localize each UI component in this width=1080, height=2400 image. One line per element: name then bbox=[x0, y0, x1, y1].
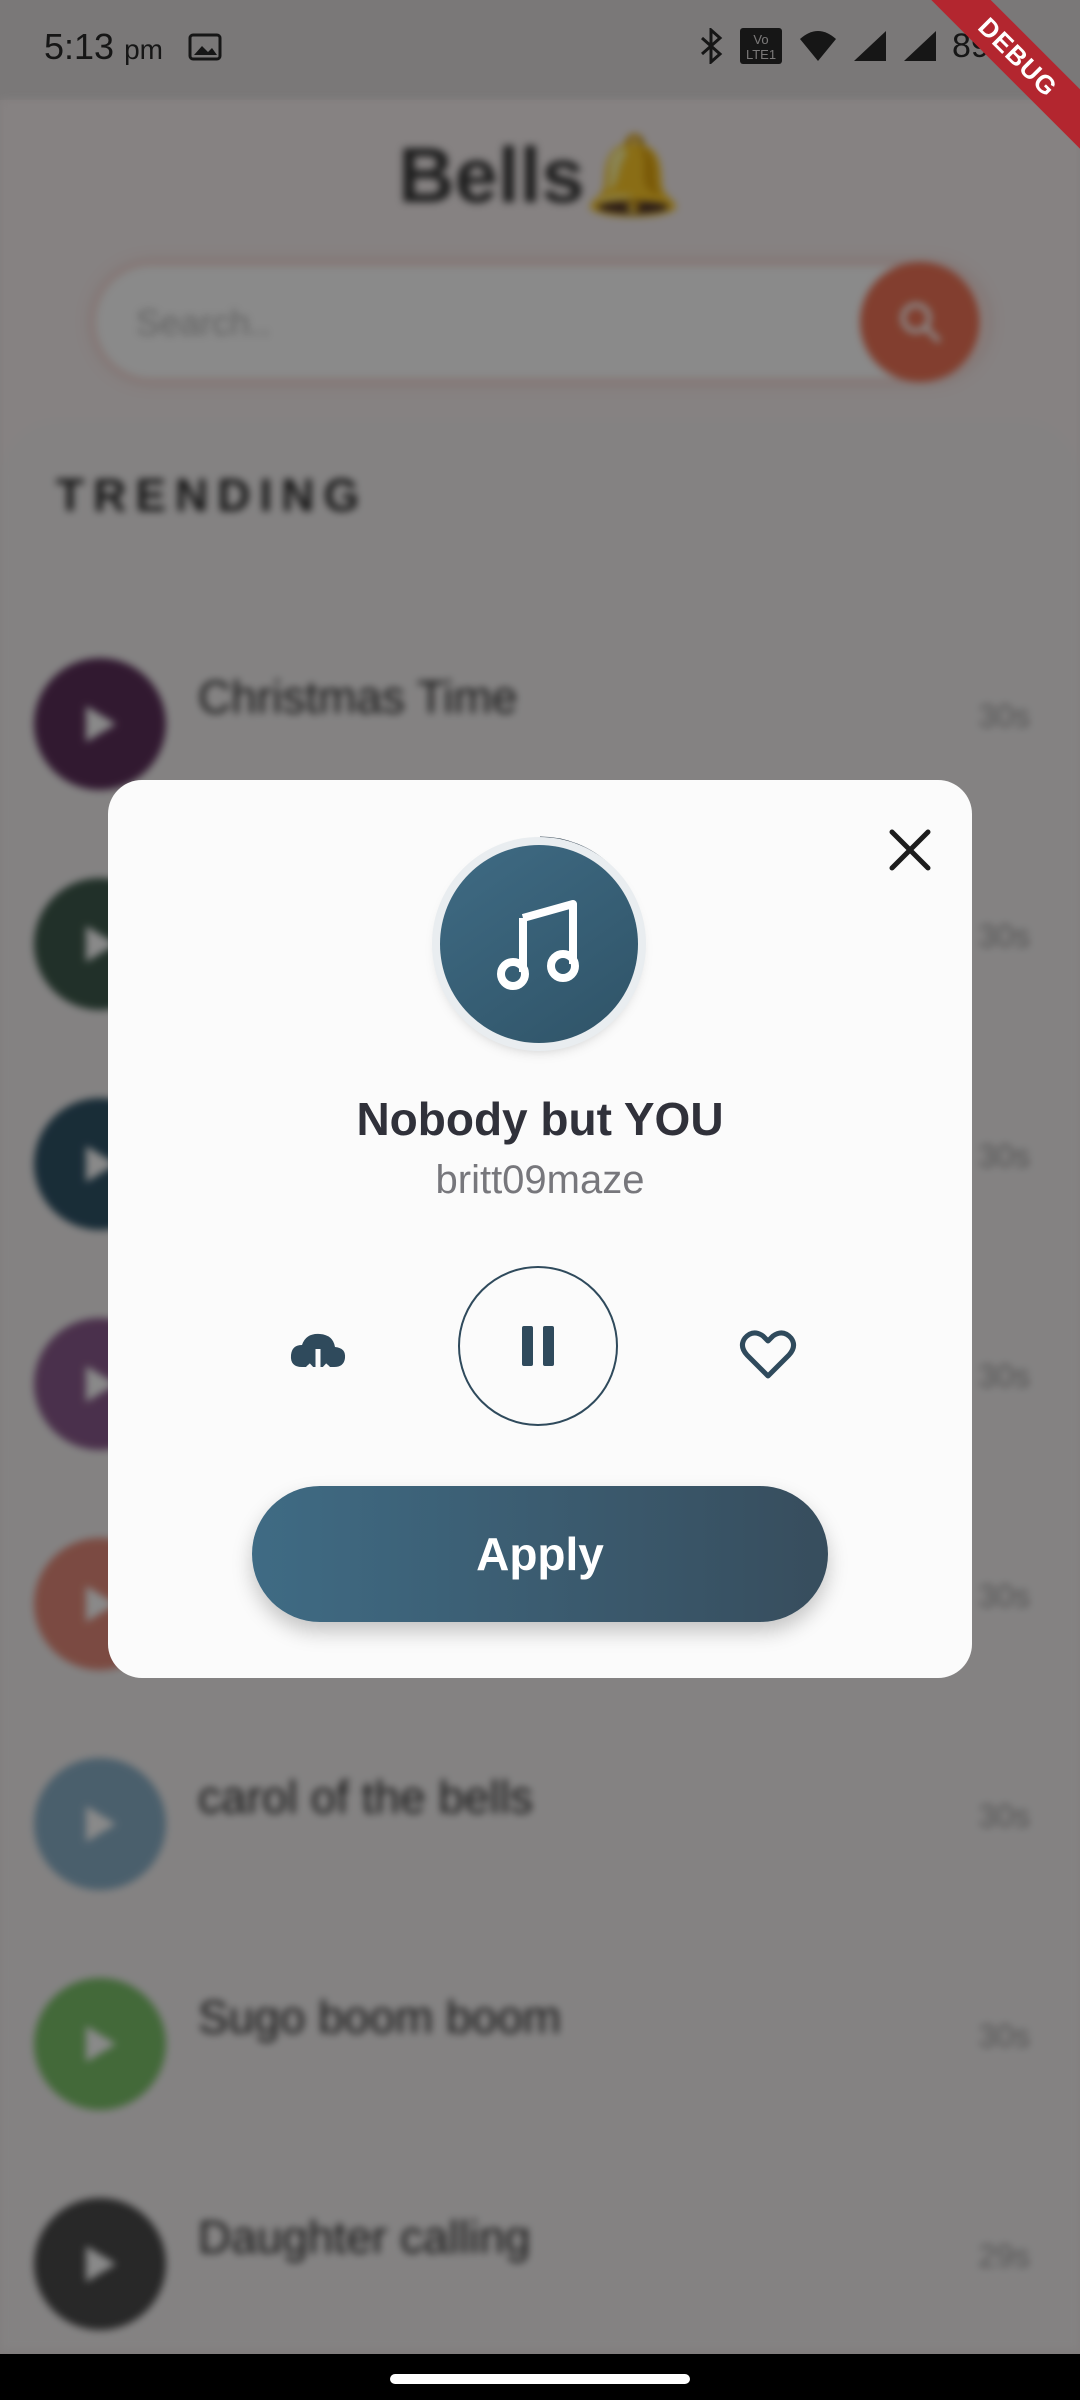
cloud-download-icon bbox=[290, 1333, 346, 1380]
pause-icon bbox=[522, 1326, 554, 1366]
apply-button[interactable]: Apply bbox=[252, 1486, 828, 1622]
song-title: Nobody but YOU bbox=[356, 1093, 724, 1145]
close-button[interactable] bbox=[878, 818, 942, 882]
album-disc bbox=[440, 845, 638, 1043]
music-note-icon bbox=[497, 900, 579, 990]
pause-button[interactable] bbox=[458, 1266, 618, 1426]
song-artist: britt09maze bbox=[435, 1158, 645, 1202]
preview-dialog: Nobody but YOU britt09maze Apply bbox=[108, 780, 972, 1678]
home-gesture-handle[interactable] bbox=[390, 2374, 690, 2384]
download-button[interactable] bbox=[278, 1315, 358, 1395]
favorite-button[interactable] bbox=[728, 1315, 808, 1395]
close-icon bbox=[889, 829, 931, 871]
heart-outline-icon bbox=[739, 1330, 797, 1379]
system-nav-bar bbox=[0, 2354, 1080, 2400]
